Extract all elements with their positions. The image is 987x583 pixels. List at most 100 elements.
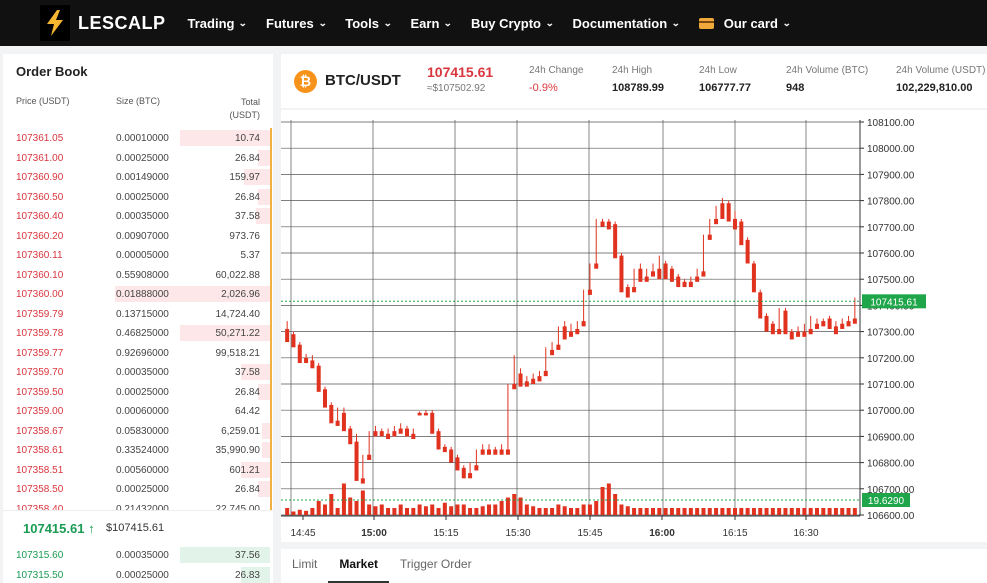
volume-bar (461, 504, 466, 515)
ask-row[interactable]: 107360.00 0.01888000 2,026.96 (3, 284, 273, 304)
candle-body (676, 276, 681, 288)
candle-body (751, 263, 756, 293)
ask-total: 26.84 (234, 152, 260, 164)
ask-total: 50,271.22 (215, 328, 261, 339)
chevron-down-icon: ⌄ (317, 17, 327, 28)
ask-price: 107358.50 (16, 484, 64, 495)
volume-bar (701, 508, 706, 515)
ask-row[interactable]: 107358.67 0.05830000 6,259.01 (3, 421, 273, 441)
volume-bar (638, 508, 643, 515)
candlestick-chart[interactable]: 108100.00 108000.00 107900.00 107800.00 1077… (281, 110, 987, 542)
ask-row[interactable]: 107359.77 0.92696000 99,518.21 (3, 343, 273, 363)
stat-24h-high: 24h High 108789.99 (612, 65, 664, 94)
candle-body (487, 449, 491, 455)
candle-body (846, 321, 851, 327)
volume-bar (405, 508, 409, 515)
candle-body (386, 433, 391, 440)
bid-total: 26.83 (234, 569, 260, 581)
candle-body (493, 449, 498, 455)
nav-item-tools[interactable]: Tools ⌄ (345, 16, 392, 31)
candle-body (524, 381, 529, 387)
ask-row[interactable]: 107358.61 0.33524000 35,990.90 (3, 440, 273, 460)
ask-row[interactable]: 107359.50 0.00025000 26.84 (3, 382, 273, 402)
y-tick-label: 107100.00 (867, 380, 915, 391)
candle-body (707, 234, 712, 240)
nav-item-earn[interactable]: Earn ⌄ (410, 16, 453, 31)
nav-item-futures[interactable]: Futures ⌄ (266, 16, 327, 31)
ask-row[interactable]: 107359.70 0.00035000 37.58 (3, 362, 273, 382)
ask-size: 0.00010000 (116, 133, 169, 144)
ask-row[interactable]: 107360.90 0.00149000 159.97 (3, 167, 273, 187)
nav-item-trading[interactable]: Trading ⌄ (188, 16, 248, 31)
volume-bar (411, 508, 416, 515)
bid-row[interactable]: 107315.60 0.00035000 37.56 (3, 545, 273, 565)
ask-price: 107360.11 (16, 250, 63, 261)
volume-bar (455, 504, 460, 515)
y-tick-label: 107800.00 (867, 197, 915, 208)
volume-bar (398, 504, 403, 515)
candle-body (625, 287, 630, 298)
candle-body (726, 203, 731, 222)
ask-row[interactable]: 107361.00 0.00025000 26.84 (3, 148, 273, 168)
ask-row[interactable]: 107360.40 0.00035000 37.58 (3, 206, 273, 226)
volume-bar (543, 508, 548, 515)
bid-price: 107315.60 (16, 550, 64, 561)
volume-bar (304, 510, 309, 515)
tab-market[interactable]: Market (328, 549, 390, 583)
stat-24h-low: 24h Low 106777.77 (699, 65, 751, 94)
nav-item-documentation[interactable]: Documentation ⌄ (573, 16, 681, 31)
ask-price: 107359.77 (16, 347, 64, 359)
ask-size: 0.00005000 (116, 250, 169, 261)
candle-body (663, 263, 668, 280)
ask-row[interactable]: 107360.50 0.00025000 26.84 (3, 187, 273, 207)
volume-bar (808, 508, 813, 515)
volume-bar (373, 506, 378, 515)
volume-bar (562, 506, 567, 515)
candle-body (335, 420, 340, 426)
volume-bar (285, 508, 290, 515)
ask-total: 159.97 (229, 172, 260, 183)
tab-limit[interactable]: Limit (281, 549, 328, 583)
ask-total: 5.37 (240, 250, 260, 261)
ask-row[interactable]: 107360.11 0.00005000 5.37 (3, 245, 273, 265)
trading-pair[interactable]: BTC/USDT (325, 72, 401, 89)
ask-row[interactable]: 107361.05 0.00010000 10.74 (3, 128, 273, 148)
volume-bar (827, 508, 832, 515)
ask-price: 107358.67 (16, 425, 64, 437)
candle-body (411, 433, 416, 440)
ask-size: 0.05830000 (116, 425, 169, 437)
stat-label: 24h Change (529, 65, 584, 76)
candle-body (379, 431, 384, 437)
volume-bar (386, 508, 391, 515)
chevron-down-icon: ⌄ (443, 17, 453, 28)
ask-price: 107360.10 (16, 269, 64, 281)
last-price-usd: ≈$107502.92 (427, 83, 486, 94)
y-tick-label: 107500.00 (867, 275, 915, 286)
volume-bar (625, 506, 630, 515)
tab-trigger-order[interactable]: Trigger Order (389, 549, 483, 583)
mid-price: 107415.61 ↑ (23, 521, 95, 536)
volume-bar (695, 508, 700, 515)
stat-24h-change: 24h Change -0.9% (529, 65, 584, 94)
nav-item-buy-crypto[interactable]: Buy Crypto ⌄ (471, 16, 554, 31)
ask-size: 0.00025000 (116, 152, 169, 164)
bid-row[interactable]: 107315.50 0.00025000 26.83 (3, 565, 273, 583)
ask-row[interactable]: 107359.00 0.00060000 64.42 (3, 401, 273, 421)
candle-body (518, 373, 523, 387)
candle-body (789, 331, 794, 340)
ask-size: 0.00025000 (116, 191, 169, 203)
y-tick-label: 106900.00 (867, 432, 915, 443)
ask-row[interactable]: 107359.78 0.46825000 50,271.22 (3, 323, 273, 343)
ask-price: 107360.50 (16, 191, 64, 203)
volume-bar (524, 504, 529, 515)
brand-logo[interactable]: LESCALP (40, 0, 166, 46)
ask-row[interactable]: 107359.79 0.13715000 14,724.40 (3, 304, 273, 324)
price-chart[interactable]: 108100.00 108000.00 107900.00 107800.00 1077… (281, 110, 987, 542)
volume-bar (663, 508, 668, 515)
ask-row[interactable]: 107360.10 0.55908000 60,022.88 (3, 265, 273, 285)
nav-item-our-card[interactable]: Our card ⌄ (698, 16, 791, 31)
ask-row[interactable]: 107358.50 0.00025000 26.84 (3, 479, 273, 499)
candle-body (556, 344, 561, 350)
ask-row[interactable]: 107360.20 0.00907000 973.76 (3, 226, 273, 246)
ask-row[interactable]: 107358.51 0.00560000 601.21 (3, 460, 273, 480)
